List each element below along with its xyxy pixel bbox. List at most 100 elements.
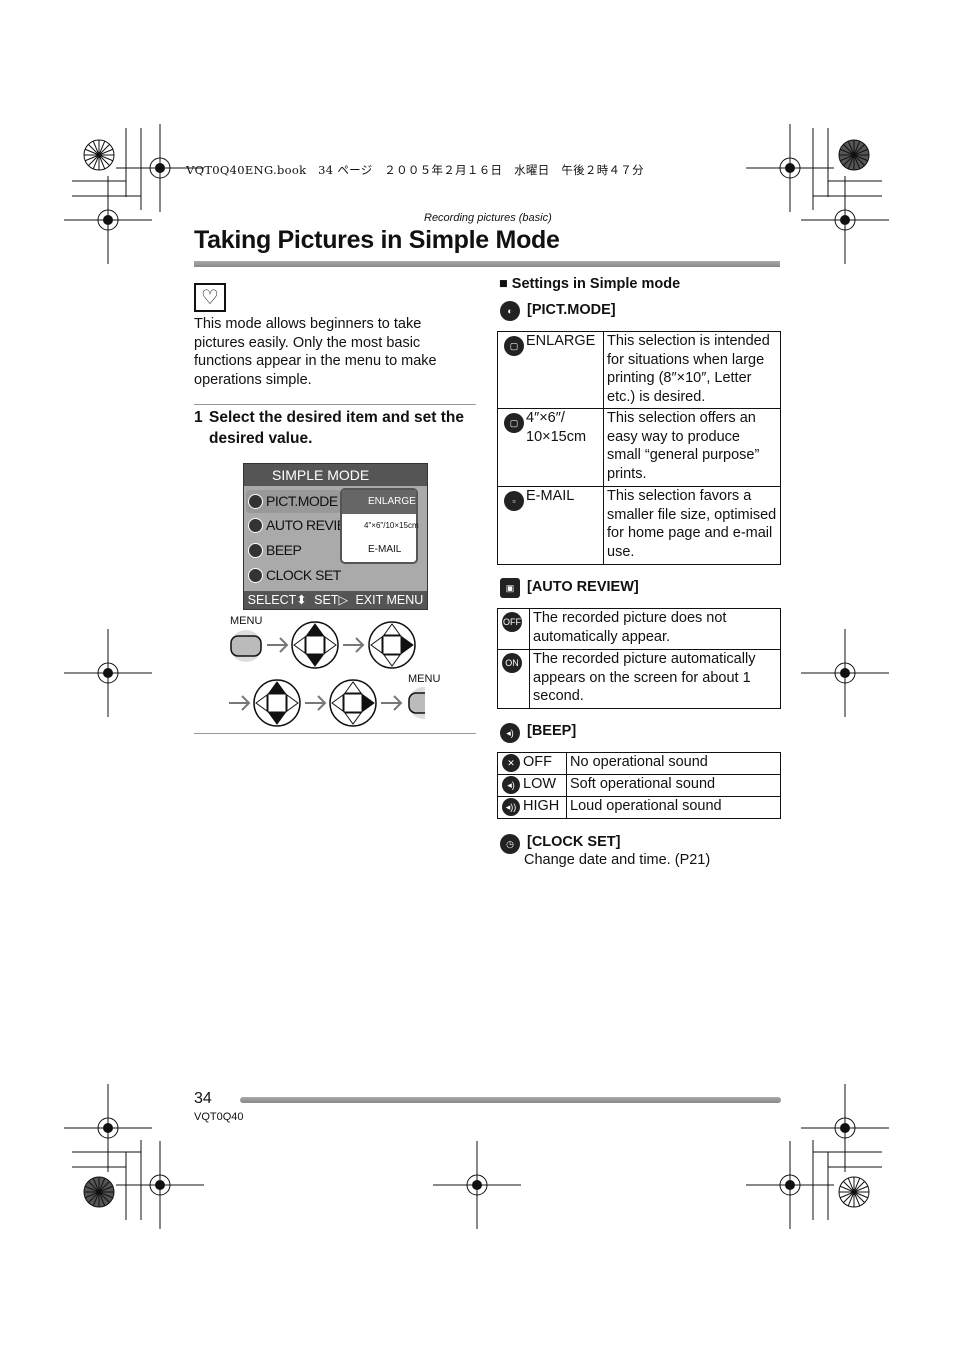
beep-icon: ◂) bbox=[500, 723, 520, 743]
cell-desc: The recorded picture automatically appea… bbox=[529, 649, 781, 709]
registration-marks bbox=[64, 124, 889, 1229]
footer-bar bbox=[240, 1097, 781, 1103]
dpad-icon bbox=[368, 621, 416, 669]
4x6-icon: ▢ bbox=[504, 413, 524, 433]
title-rule bbox=[194, 261, 780, 267]
cell-name: ▢ ENLARGE bbox=[497, 331, 604, 409]
crosshair-mark bbox=[433, 1141, 521, 1229]
footer-select: SELECT⬍ bbox=[247, 593, 307, 607]
beep-heading: [BEEP] bbox=[527, 723, 577, 739]
table-row: ◂)) HIGH Loud operational sound bbox=[497, 796, 781, 819]
table-row: ▢ ENLARGE This selection is intended for s… bbox=[497, 331, 781, 409]
step-1: 1 Select the desired item and set the de… bbox=[194, 407, 474, 449]
screen-footer: SELECT⬍ SET▷ EXIT MENU bbox=[244, 591, 427, 609]
star-target-mark bbox=[83, 1176, 115, 1208]
star-target-mark bbox=[838, 139, 870, 171]
screen-header: SIMPLE MODE bbox=[244, 464, 427, 486]
settings-heading: ■ Settings in Simple mode bbox=[499, 276, 681, 292]
divider bbox=[194, 404, 476, 405]
arrow-icon bbox=[305, 695, 327, 711]
menu-item-auto-review: AUTO REVIE bbox=[246, 514, 346, 537]
camera-menu-screen: SIMPLE MODE PICT.MODE AUTO REVIE BEEP CL… bbox=[243, 463, 428, 610]
dpad-icon bbox=[329, 679, 377, 727]
popup-enlarge: ENLARGE bbox=[342, 490, 416, 514]
page-title: Taking Pictures in Simple Mode bbox=[194, 226, 560, 254]
cell-name: ▢ 4″×6″/ 10×15cm bbox=[497, 408, 604, 487]
beep-icon bbox=[248, 543, 263, 558]
name: E-MAIL bbox=[526, 488, 575, 504]
footer-set: SET▷ bbox=[314, 593, 349, 607]
on-icon: ON bbox=[502, 653, 522, 673]
cell-desc: Loud operational sound bbox=[566, 796, 781, 819]
table-row: ON The recorded picture automatically app… bbox=[497, 649, 781, 709]
crosshair-mark bbox=[746, 124, 834, 212]
table-row: ▫ E-MAIL This selection favors a smaller f… bbox=[497, 486, 781, 565]
step-text: Select the desired item and set the desi… bbox=[209, 409, 464, 447]
menu-button bbox=[230, 630, 262, 662]
item-label: BEEP bbox=[266, 542, 302, 558]
cell-desc: This selection is intended for situation… bbox=[603, 331, 781, 409]
arrow-icon bbox=[381, 695, 403, 711]
crosshair-mark bbox=[64, 176, 152, 264]
cell-name: ✕ OFF bbox=[497, 752, 567, 775]
page-number: 34 bbox=[194, 1090, 212, 1107]
dpad-icon bbox=[253, 679, 301, 727]
cell-desc: This selection favors a smaller file siz… bbox=[603, 486, 781, 565]
crosshair-mark bbox=[801, 176, 889, 264]
auto-review-table: OFF The recorded picture does not automat… bbox=[497, 608, 781, 709]
popup-email: E-MAIL bbox=[368, 544, 402, 555]
name: OFF bbox=[523, 754, 552, 770]
crosshair-mark bbox=[746, 1141, 834, 1229]
crosshair-mark bbox=[116, 1141, 204, 1229]
crosshair-mark bbox=[64, 629, 152, 717]
arrow-icon bbox=[343, 637, 365, 653]
item-label: PICT.MODE bbox=[266, 493, 338, 509]
cell-desc: Soft operational sound bbox=[566, 774, 781, 797]
divider bbox=[194, 733, 476, 734]
pict-mode-icon: ◐ bbox=[500, 301, 520, 321]
cell-icon: ON bbox=[497, 649, 530, 709]
table-row: ◂) LOW Soft operational sound bbox=[497, 774, 781, 797]
clock-set-heading: [CLOCK SET] bbox=[527, 834, 621, 850]
menu-button bbox=[408, 687, 425, 719]
pict-mode-icon bbox=[248, 494, 263, 509]
crosshair-mark bbox=[801, 1084, 889, 1172]
cell-name: ▫ E-MAIL bbox=[497, 486, 604, 565]
item-label: CLOCK SET bbox=[266, 567, 341, 583]
auto-review-heading: [AUTO REVIEW] bbox=[527, 579, 639, 595]
table-row: OFF The recorded picture does not automat… bbox=[497, 608, 781, 650]
cell-desc: This selection offers an easy way to pro… bbox=[603, 408, 781, 487]
off-icon: OFF bbox=[502, 612, 522, 632]
name: 4″×6″/ 10×15cm bbox=[526, 410, 587, 445]
email-icon: ▫ bbox=[504, 491, 524, 511]
table-row: ✕ OFF No operational sound bbox=[497, 752, 781, 775]
cell-icon: OFF bbox=[497, 608, 530, 650]
star-target-mark bbox=[83, 139, 115, 171]
operation-diagram bbox=[229, 621, 425, 727]
beep-table: ✕ OFF No operational sound ◂) LOW Soft opera… bbox=[497, 752, 781, 819]
footer-exit: EXIT MENU bbox=[355, 593, 424, 607]
pict-mode-table: ▢ ENLARGE This selection is intended for s… bbox=[497, 331, 781, 565]
name: LOW bbox=[523, 776, 557, 792]
doc-code: VQT0Q40 bbox=[194, 1111, 244, 1123]
popup-4x6: 4"×6"/10×15cm bbox=[364, 521, 419, 530]
crosshair-mark bbox=[64, 1084, 152, 1172]
clock-icon bbox=[248, 568, 263, 583]
cell-name: ◂)) HIGH bbox=[497, 796, 567, 819]
star-target-mark bbox=[838, 1176, 870, 1208]
table-row: ▢ 4″×6″/ 10×15cm This selection offers an … bbox=[497, 408, 781, 487]
clock-set-desc: Change date and time. (P21) bbox=[524, 852, 711, 868]
review-icon bbox=[248, 518, 263, 533]
clock-icon: ◷ bbox=[500, 834, 520, 854]
menu-item-clock-set: CLOCK SET bbox=[246, 564, 341, 587]
beep-off-icon: ✕ bbox=[502, 754, 520, 772]
pict-mode-popup: ENLARGE 4"×6"/10×15cm E-MAIL bbox=[340, 488, 419, 564]
beep-high-icon: ◂)) bbox=[502, 798, 520, 816]
intro-text: This mode allows beginners to take pictu… bbox=[194, 316, 437, 389]
crosshair-mark bbox=[801, 629, 889, 717]
name: HIGH bbox=[523, 798, 560, 814]
cell-name: ◂) LOW bbox=[497, 774, 567, 797]
heart-icon: ♡ bbox=[194, 283, 226, 312]
arrow-icon bbox=[267, 637, 289, 653]
pict-mode-heading: [PICT.MODE] bbox=[527, 302, 616, 318]
